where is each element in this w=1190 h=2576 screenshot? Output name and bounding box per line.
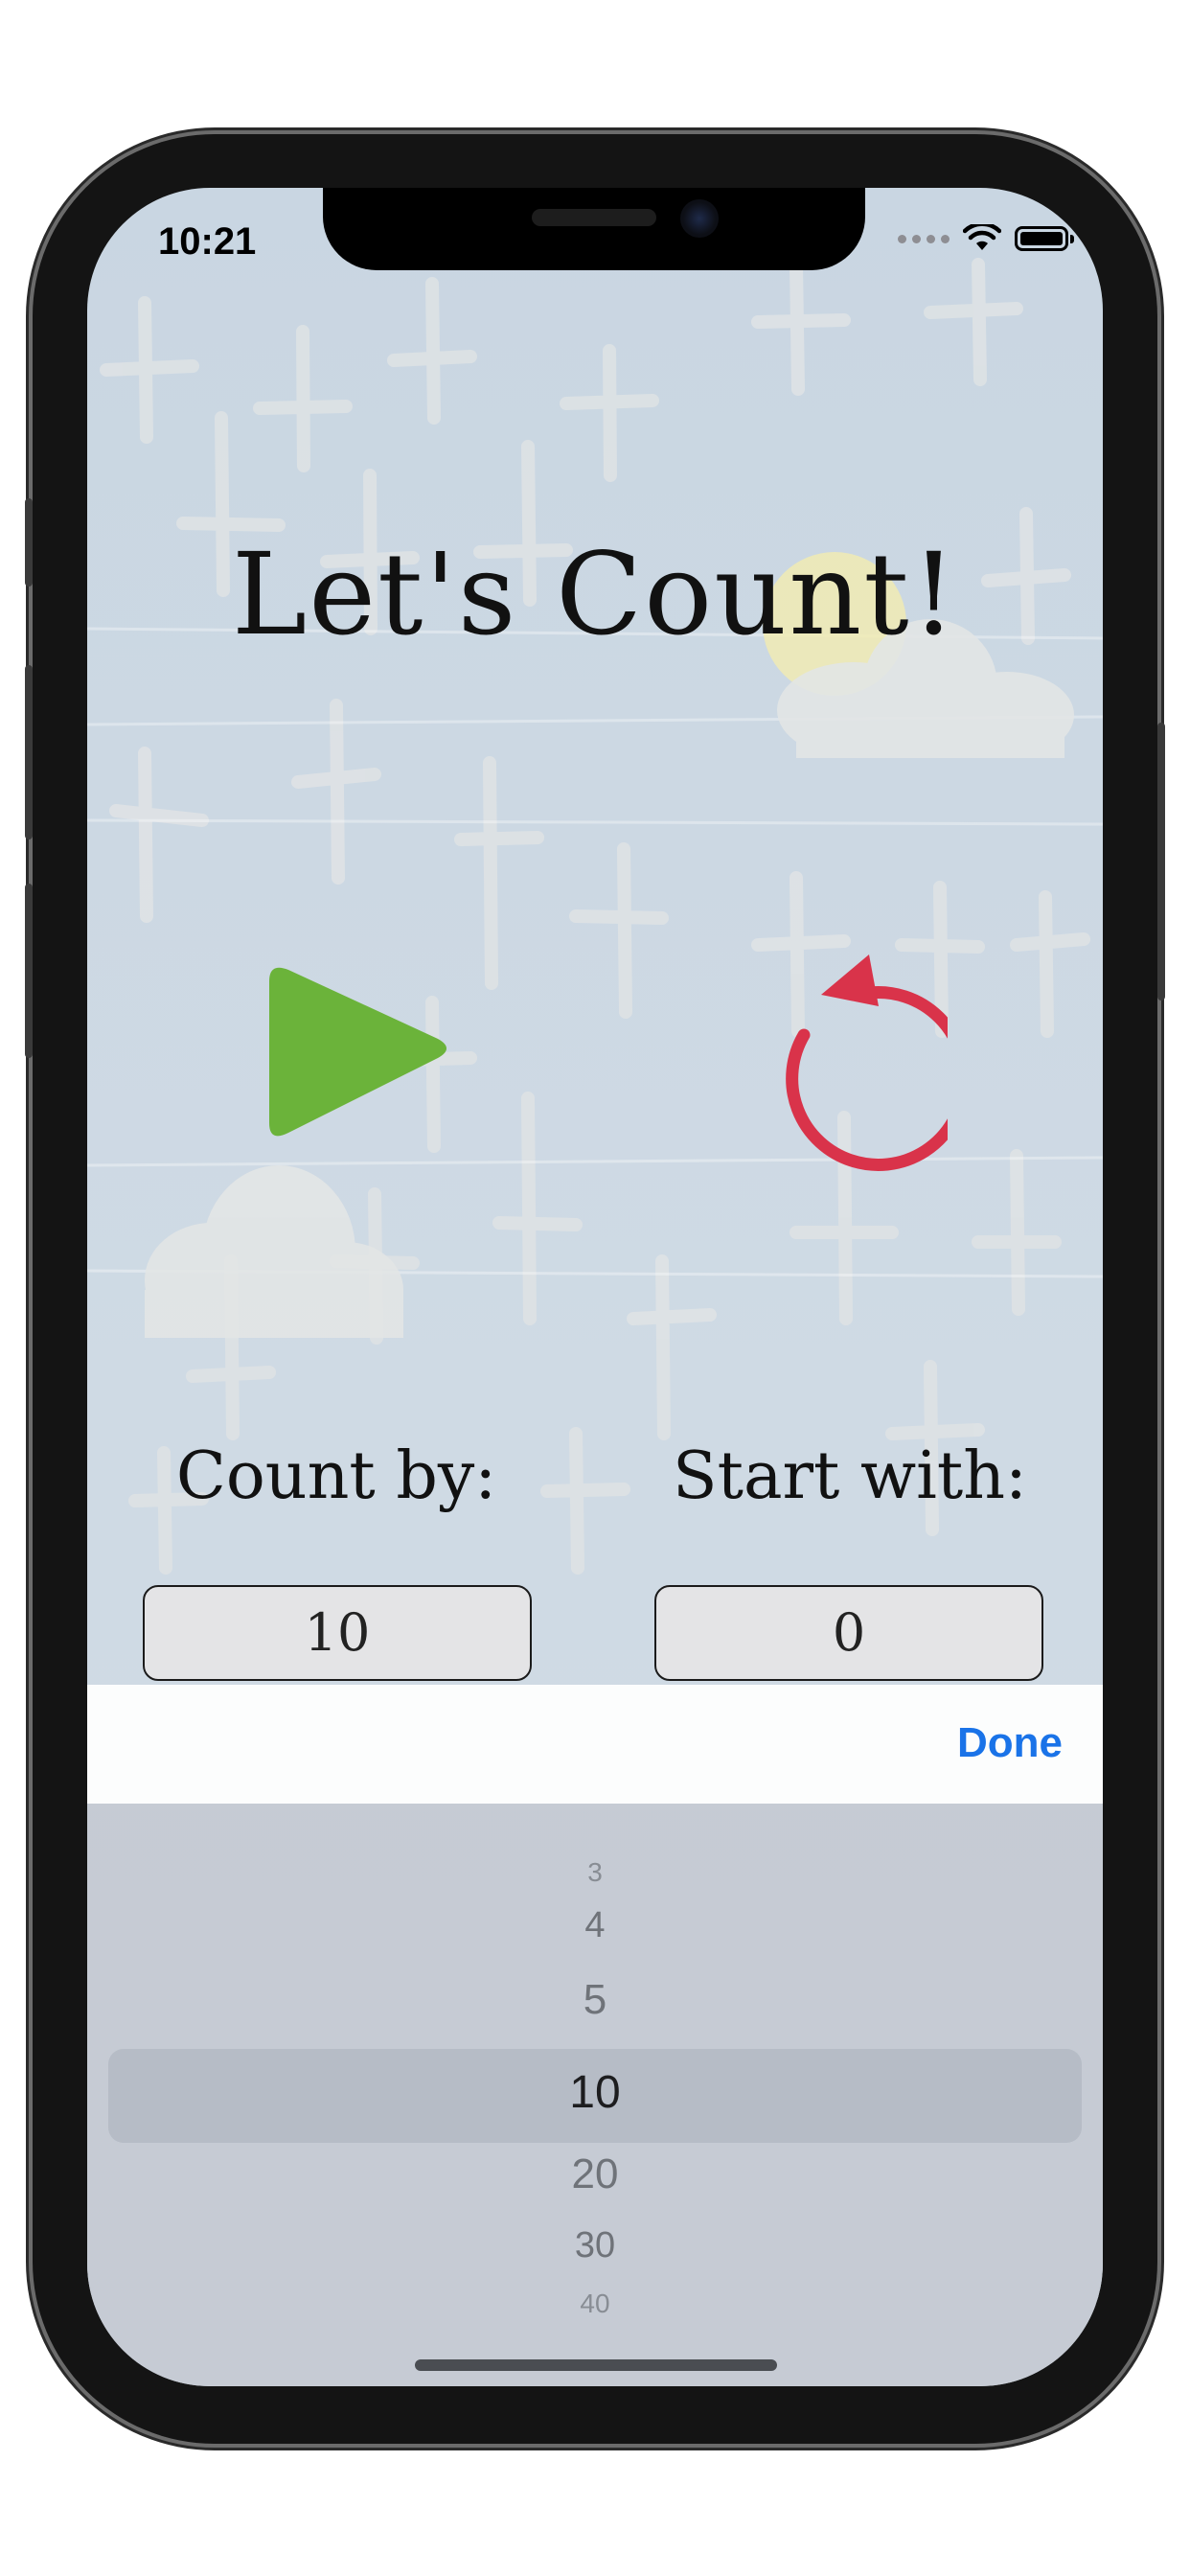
count-by-field[interactable]: 10 — [143, 1585, 532, 1681]
wifi-icon — [963, 224, 1001, 250]
silent-switch — [25, 498, 33, 586]
picker-item-selected[interactable]: 10 — [87, 2066, 1103, 2119]
picker-item[interactable]: 20 — [87, 2150, 1103, 2198]
picker-item[interactable]: 40 — [87, 2288, 1103, 2319]
cellular-signal-icon — [898, 234, 950, 243]
power-button — [1157, 723, 1165, 1000]
status-icons — [898, 224, 1074, 253]
page-title: Let's Count! — [231, 528, 959, 660]
picker-item[interactable]: 3 — [87, 1857, 1103, 1888]
notch — [323, 188, 865, 270]
count-by-picker[interactable]: 3 4 5 10 20 30 40 — [87, 1804, 1103, 2386]
play-icon — [269, 967, 446, 1137]
reset-icon — [786, 954, 948, 1171]
keyboard-toolbar: Done — [87, 1685, 1103, 1804]
volume-up-button — [25, 665, 33, 840]
app-screen: 10:21 Let's Count! Count by: Start with:… — [87, 188, 1103, 2386]
picker-item[interactable]: 5 — [87, 1976, 1103, 2024]
battery-icon — [1015, 226, 1074, 251]
start-with-label: Start with: — [673, 1438, 1027, 1514]
reset-button[interactable] — [746, 954, 948, 1175]
speaker — [532, 209, 656, 226]
play-button[interactable] — [250, 954, 470, 1156]
done-button[interactable]: Done — [957, 1719, 1063, 1767]
start-with-field[interactable]: 0 — [654, 1585, 1043, 1681]
picker-item[interactable]: 4 — [87, 1905, 1103, 1946]
front-camera — [680, 199, 719, 238]
picker-item[interactable]: 30 — [87, 2225, 1103, 2266]
volume-down-button — [25, 884, 33, 1058]
status-time: 10:21 — [158, 220, 257, 263]
count-by-label: Count by: — [175, 1438, 497, 1514]
home-indicator[interactable] — [415, 2359, 777, 2371]
